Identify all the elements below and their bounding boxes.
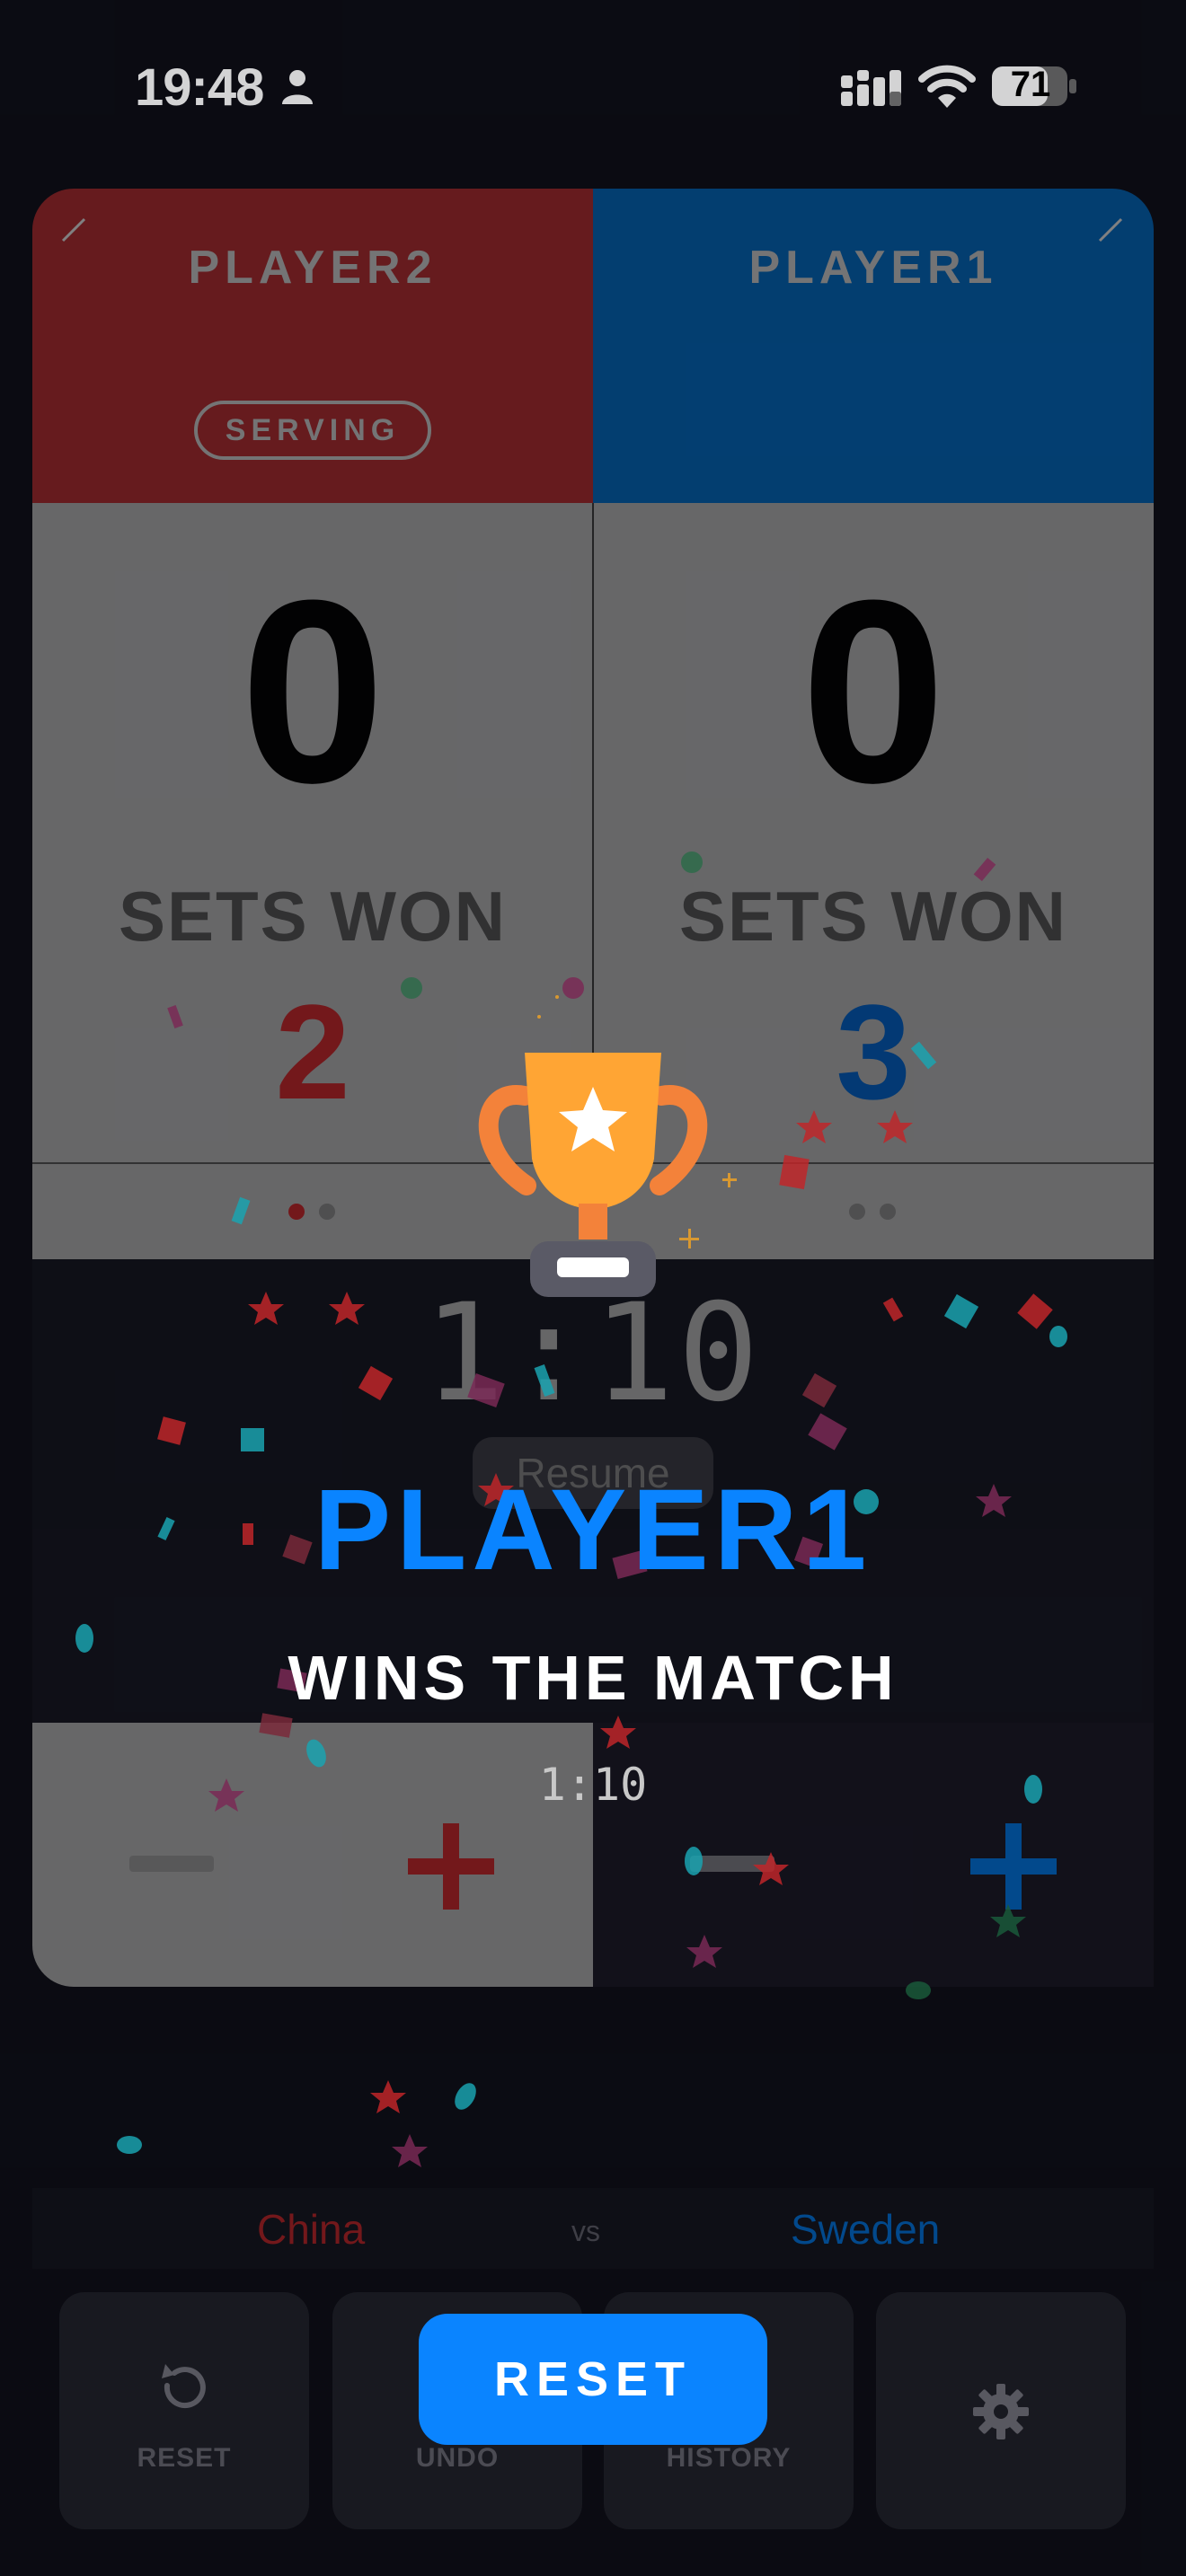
winner-name: PLAYER1 <box>314 1466 872 1594</box>
winner-subtitle: WINS THE MATCH <box>288 1643 898 1713</box>
reset-match-button[interactable]: RESET <box>419 2314 767 2445</box>
match-duration: 1:10 <box>538 1759 648 1811</box>
trophy-icon <box>478 1053 708 1297</box>
